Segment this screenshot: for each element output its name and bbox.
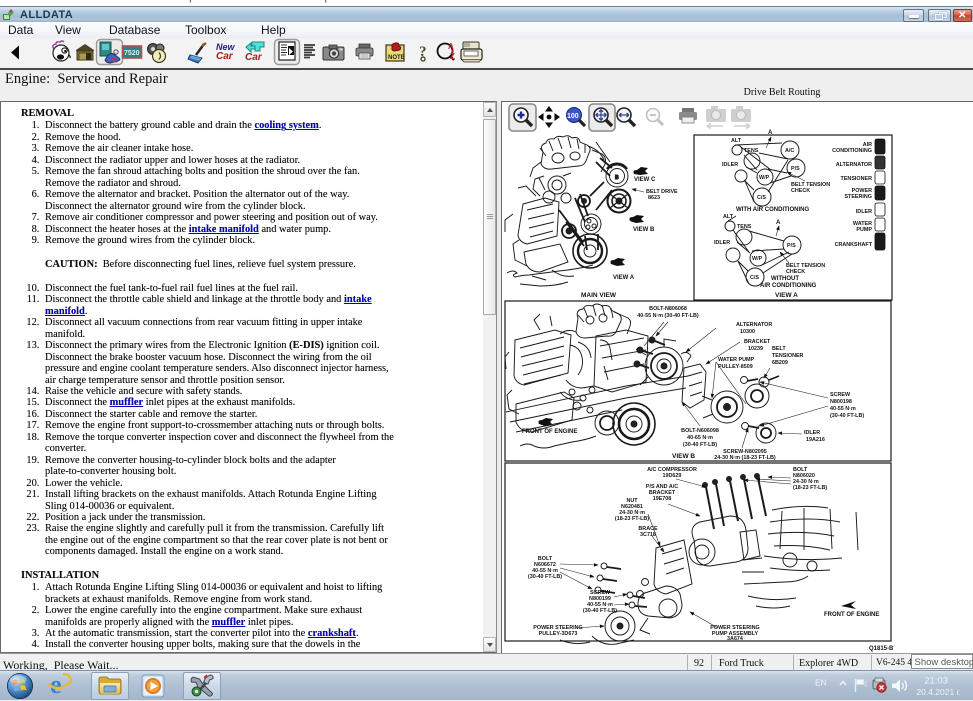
- svg-text:VIEW A: VIEW A: [613, 275, 635, 281]
- svg-text:IDLER: IDLER: [714, 240, 730, 246]
- svg-text:Car: Car: [245, 52, 263, 63]
- svg-text:PUMP: PUMP: [856, 227, 872, 233]
- svg-text:FRONT OF ENGINE: FRONT OF ENGINE: [522, 429, 577, 435]
- svg-text:BOLT-N606098: BOLT-N606098: [681, 428, 719, 434]
- svg-text:CRANKSHAFT: CRANKSHAFT: [835, 242, 873, 248]
- svg-text:(18-23 FT-LB): (18-23 FT-LB): [615, 516, 649, 522]
- svg-text:A: A: [448, 42, 454, 51]
- svg-text:CONDITIONING: CONDITIONING: [832, 148, 872, 154]
- svg-text:NOTE: NOTE: [388, 55, 405, 61]
- svg-text:A: A: [768, 130, 773, 136]
- svg-text:W/P: W/P: [752, 256, 763, 262]
- svg-text:Car: Car: [216, 51, 234, 62]
- svg-text:(18-23 FT-LB): (18-23 FT-LB): [793, 485, 827, 491]
- svg-text:MAIN VIEW: MAIN VIEW: [581, 292, 617, 299]
- svg-text:(30-40 FT-LB): (30-40 FT-LB): [830, 413, 864, 419]
- svg-text:VIEW A: VIEW A: [775, 292, 798, 299]
- svg-text:(30-40 FT-LB): (30-40 FT-LB): [583, 608, 617, 614]
- svg-text:24-30 N·m (18-23 FT-LB): 24-30 N·m (18-23 FT-LB): [714, 455, 776, 461]
- svg-text:STEERING: STEERING: [844, 194, 872, 200]
- svg-text:A/C: A/C: [785, 148, 794, 154]
- svg-text:40-55 N·m: 40-55 N·m: [830, 406, 856, 412]
- svg-text:BOLT-N806068: BOLT-N806068: [649, 306, 687, 312]
- svg-text:8623: 8623: [648, 195, 660, 201]
- svg-text:10239: 10239: [748, 346, 763, 352]
- svg-text:TENSIONER: TENSIONER: [772, 353, 804, 359]
- svg-text:VIEW C: VIEW C: [634, 177, 656, 183]
- svg-text:BELT: BELT: [772, 346, 786, 352]
- svg-text:P/S: P/S: [787, 243, 796, 249]
- svg-text:WATER PUMP: WATER PUMP: [718, 357, 755, 363]
- svg-text:100: 100: [567, 113, 579, 120]
- svg-text:N800198: N800198: [830, 399, 852, 405]
- svg-text:WITH AIR CONDITIONING: WITH AIR CONDITIONING: [736, 207, 809, 213]
- svg-text:C/S: C/S: [757, 195, 766, 201]
- svg-text:ALTERNATOR: ALTERNATOR: [836, 162, 872, 168]
- svg-text:Q1815-B: Q1815-B: [869, 646, 894, 652]
- svg-text:PULLEY-8509: PULLEY-8509: [718, 364, 753, 370]
- svg-text:IDLER: IDLER: [856, 209, 872, 215]
- svg-text:IDLER: IDLER: [722, 162, 738, 168]
- svg-text:CHECK: CHECK: [791, 188, 810, 194]
- svg-text:(30-40 FT-LB): (30-40 FT-LB): [528, 574, 562, 580]
- svg-text:e: e: [50, 671, 62, 699]
- svg-text:ALT: ALT: [723, 214, 734, 220]
- svg-text:19E708: 19E708: [653, 496, 672, 502]
- svg-text:VIEW B: VIEW B: [672, 453, 695, 460]
- svg-text:W/P: W/P: [759, 175, 770, 181]
- svg-text:7520: 7520: [124, 50, 140, 57]
- svg-text:40-55 N·m (30-40 FT-LB): 40-55 N·m (30-40 FT-LB): [637, 313, 699, 319]
- svg-text:40-65 N·m: 40-65 N·m: [687, 435, 713, 441]
- svg-text:10300: 10300: [740, 329, 755, 335]
- svg-text:CHECK: CHECK: [786, 269, 805, 275]
- svg-text:P/S: P/S: [791, 166, 800, 172]
- svg-text:WITHOUT: WITHOUT: [771, 276, 799, 282]
- svg-text:PULLEY-3D673: PULLEY-3D673: [539, 631, 578, 637]
- svg-text:FRONT OF ENGINE: FRONT OF ENGINE: [824, 612, 879, 618]
- svg-text:20.4.2021 г.: 20.4.2021 г.: [916, 687, 961, 697]
- svg-text:IDLER: IDLER: [804, 430, 820, 436]
- svg-text:B: B: [615, 175, 619, 181]
- svg-text:19A216: 19A216: [806, 437, 825, 443]
- svg-text:BRACKET: BRACKET: [744, 339, 771, 345]
- svg-text:3A674: 3A674: [727, 636, 743, 642]
- svg-text:21:03: 21:03: [924, 676, 948, 687]
- svg-text:SCREW: SCREW: [830, 392, 851, 398]
- svg-text:3C718: 3C718: [640, 532, 656, 538]
- svg-text:ALTERNATOR: ALTERNATOR: [736, 322, 772, 328]
- svg-text:A: A: [776, 220, 781, 226]
- svg-text:EN: EN: [815, 678, 827, 688]
- svg-text:VIEW B: VIEW B: [633, 227, 655, 233]
- svg-text:6B209: 6B209: [772, 360, 788, 366]
- svg-text:19D629: 19D629: [663, 473, 682, 479]
- svg-text:TENSIONER: TENSIONER: [841, 176, 873, 182]
- svg-text:(30-40 FT-LB): (30-40 FT-LB): [683, 442, 717, 448]
- svg-text:C/S: C/S: [750, 275, 759, 281]
- svg-text:ALT: ALT: [731, 138, 742, 144]
- svg-text:AIR CONDITIONING: AIR CONDITIONING: [760, 283, 817, 289]
